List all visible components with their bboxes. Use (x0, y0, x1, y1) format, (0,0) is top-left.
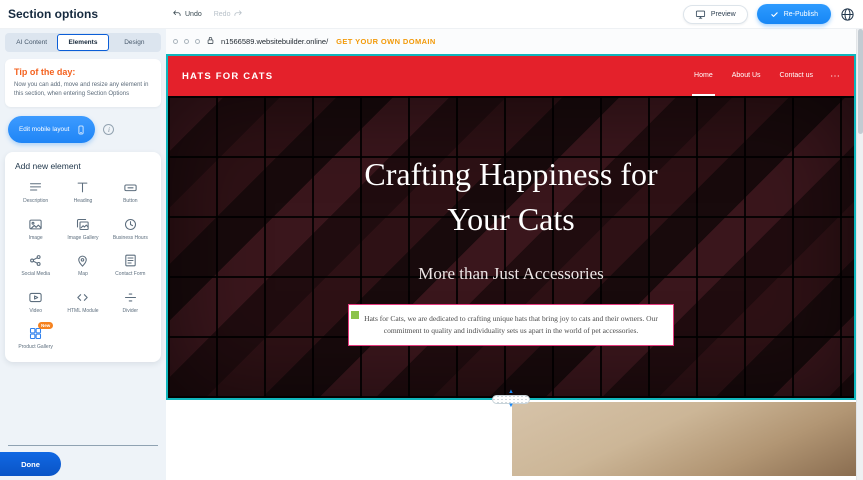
add-element-image[interactable]: Image (12, 217, 59, 242)
image-gallery-icon (75, 217, 90, 232)
video-icon (28, 290, 43, 305)
undo-icon (172, 9, 182, 19)
site-nav: Home About Us Contact us ⋯ (692, 56, 840, 96)
add-element-html-module[interactable]: HTML Module (59, 290, 106, 315)
tip-body: Now you can add, move and resize any ele… (14, 81, 152, 99)
nav-home[interactable]: Home (692, 56, 715, 96)
smartphone-icon (76, 123, 86, 137)
form-icon (123, 253, 138, 268)
add-element-product-gallery[interactable]: New Product Gallery (12, 326, 59, 351)
tip-title: Tip of the day: (14, 67, 152, 77)
site-url: n1566589.websitebuilder.online/ (221, 37, 328, 46)
tab-design[interactable]: Design (109, 34, 160, 51)
check-icon (770, 10, 779, 19)
browser-bar: n1566589.websitebuilder.online/ GET YOUR… (166, 28, 863, 54)
app-window: Section options Undo Redo Preview Re-Pub… (0, 0, 863, 480)
preview-scrollbar[interactable] (856, 28, 863, 480)
sidebar-tabs: AI Content Elements Design (5, 33, 161, 52)
divider-icon (123, 290, 138, 305)
map-pin-icon (75, 253, 90, 268)
site-header: HATS FOR CATS Home About Us Contact us ⋯ (168, 56, 854, 96)
edit-mobile-row: Edit mobile layout i (8, 116, 166, 143)
info-icon[interactable]: i (103, 124, 114, 135)
monitor-icon (695, 9, 706, 20)
next-section-image[interactable] (512, 402, 856, 476)
add-element-map[interactable]: Map (59, 253, 106, 278)
site-canvas: HATS FOR CATS Home About Us Contact us ⋯… (166, 54, 863, 480)
add-element-social-media[interactable]: Social Media (12, 253, 59, 278)
undo-redo-group: Undo Redo (172, 9, 243, 19)
add-element-image-gallery[interactable]: Image Gallery (59, 217, 106, 242)
hero-paragraph: Hats for Cats, we are dedicated to craft… (360, 313, 662, 337)
get-domain-link[interactable]: GET YOUR OWN DOMAIN (336, 37, 436, 46)
edit-mobile-label: Edit mobile layout (19, 126, 69, 133)
hero-heading[interactable]: Crafting Happiness for Your Cats (341, 152, 681, 242)
sidebar-divider (8, 445, 158, 446)
done-button[interactable]: Done (0, 452, 61, 476)
topbar: Section options Undo Redo Preview Re-Pub… (0, 0, 863, 28)
section-resize-handle[interactable]: ▲ ▼ (492, 390, 530, 409)
republish-label: Re-Publish (784, 11, 818, 18)
tab-elements[interactable]: Elements (57, 34, 108, 51)
heading-icon (75, 180, 90, 195)
topbar-actions: Preview Re-Publish (683, 4, 855, 24)
undo-button[interactable]: Undo (172, 9, 202, 19)
add-element-title: Add new element (15, 161, 154, 171)
site-preview: n1566589.websitebuilder.online/ GET YOUR… (166, 28, 863, 480)
add-element-button[interactable]: Button (107, 180, 154, 205)
preview-label: Preview (711, 11, 736, 18)
tab-ai-content[interactable]: AI Content (6, 34, 57, 51)
window-dot (195, 39, 200, 44)
selected-section[interactable]: HATS FOR CATS Home About Us Contact us ⋯… (166, 54, 856, 400)
add-element-panel: Add new element Description Heading Butt… (5, 152, 161, 362)
undo-label: Undo (185, 11, 202, 18)
clock-icon (123, 217, 138, 232)
add-element-business-hours[interactable]: Business Hours (107, 217, 154, 242)
code-icon (75, 290, 90, 305)
scrollbar-thumb[interactable] (858, 29, 863, 134)
image-icon (28, 217, 43, 232)
add-element-contact-form[interactable]: Contact Form (107, 253, 154, 278)
button-icon (123, 180, 138, 195)
text-lines-icon (28, 180, 43, 195)
element-grid: Description Heading Button Image (12, 180, 154, 351)
window-dot (173, 39, 178, 44)
nav-about-us[interactable]: About Us (730, 56, 763, 96)
add-element-description[interactable]: Description (12, 180, 59, 205)
section-options-sidebar: AI Content Elements Design Tip of the da… (0, 28, 166, 480)
redo-label: Redo (214, 11, 231, 18)
element-drag-handle[interactable] (351, 311, 359, 319)
add-element-divider[interactable]: Divider (107, 290, 154, 315)
nav-more-icon[interactable]: ⋯ (830, 56, 840, 96)
share-icon (28, 253, 43, 268)
redo-icon (233, 9, 243, 19)
tip-card: Tip of the day: Now you can add, move an… (5, 59, 161, 107)
republish-button[interactable]: Re-Publish (757, 4, 831, 24)
add-element-heading[interactable]: Heading (59, 180, 106, 205)
preview-button[interactable]: Preview (683, 5, 748, 24)
hero-subheading[interactable]: More than Just Accessories (418, 264, 604, 284)
edit-mobile-layout-button[interactable]: Edit mobile layout (8, 116, 95, 143)
sidebar-spacer (0, 362, 166, 446)
language-globe-icon[interactable] (840, 7, 855, 22)
add-element-video[interactable]: Video (12, 290, 59, 315)
hero-section: Crafting Happiness for Your Cats More th… (168, 96, 854, 398)
nav-contact-us[interactable]: Contact us (778, 56, 815, 96)
resize-down-arrow: ▼ (508, 404, 514, 409)
hero-paragraph-box[interactable]: Hats for Cats, we are dedicated to craft… (348, 304, 674, 346)
next-section (166, 400, 856, 476)
new-badge: New (38, 322, 53, 329)
site-logo[interactable]: HATS FOR CATS (182, 71, 273, 82)
redo-button[interactable]: Redo (214, 9, 244, 19)
page-title: Section options (8, 7, 98, 21)
lock-icon (206, 32, 215, 50)
window-dot (184, 39, 189, 44)
